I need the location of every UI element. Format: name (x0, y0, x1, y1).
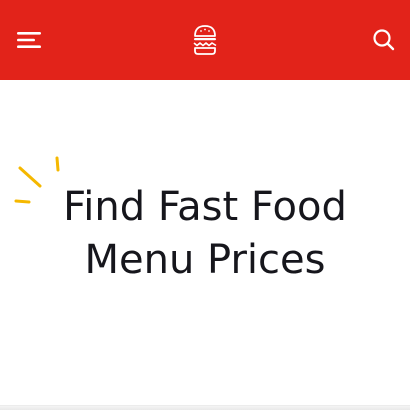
home-logo[interactable] (191, 23, 219, 57)
hamburger-menu-icon (17, 32, 41, 48)
hero-title-line-1: Find Fast Food (63, 184, 347, 230)
section-divider (0, 405, 410, 410)
page: Find Fast Food Menu Prices (0, 0, 410, 410)
menu-button[interactable] (14, 26, 44, 54)
hero-section: Find Fast Food Menu Prices (0, 80, 410, 406)
burger-logo-icon (193, 25, 217, 55)
search-icon (373, 29, 395, 51)
top-navigation-bar (0, 0, 410, 80)
hero-title-line-2: Menu Prices (84, 237, 326, 283)
search-button[interactable] (370, 26, 398, 54)
hero-title: Find Fast Food Menu Prices (0, 181, 410, 287)
